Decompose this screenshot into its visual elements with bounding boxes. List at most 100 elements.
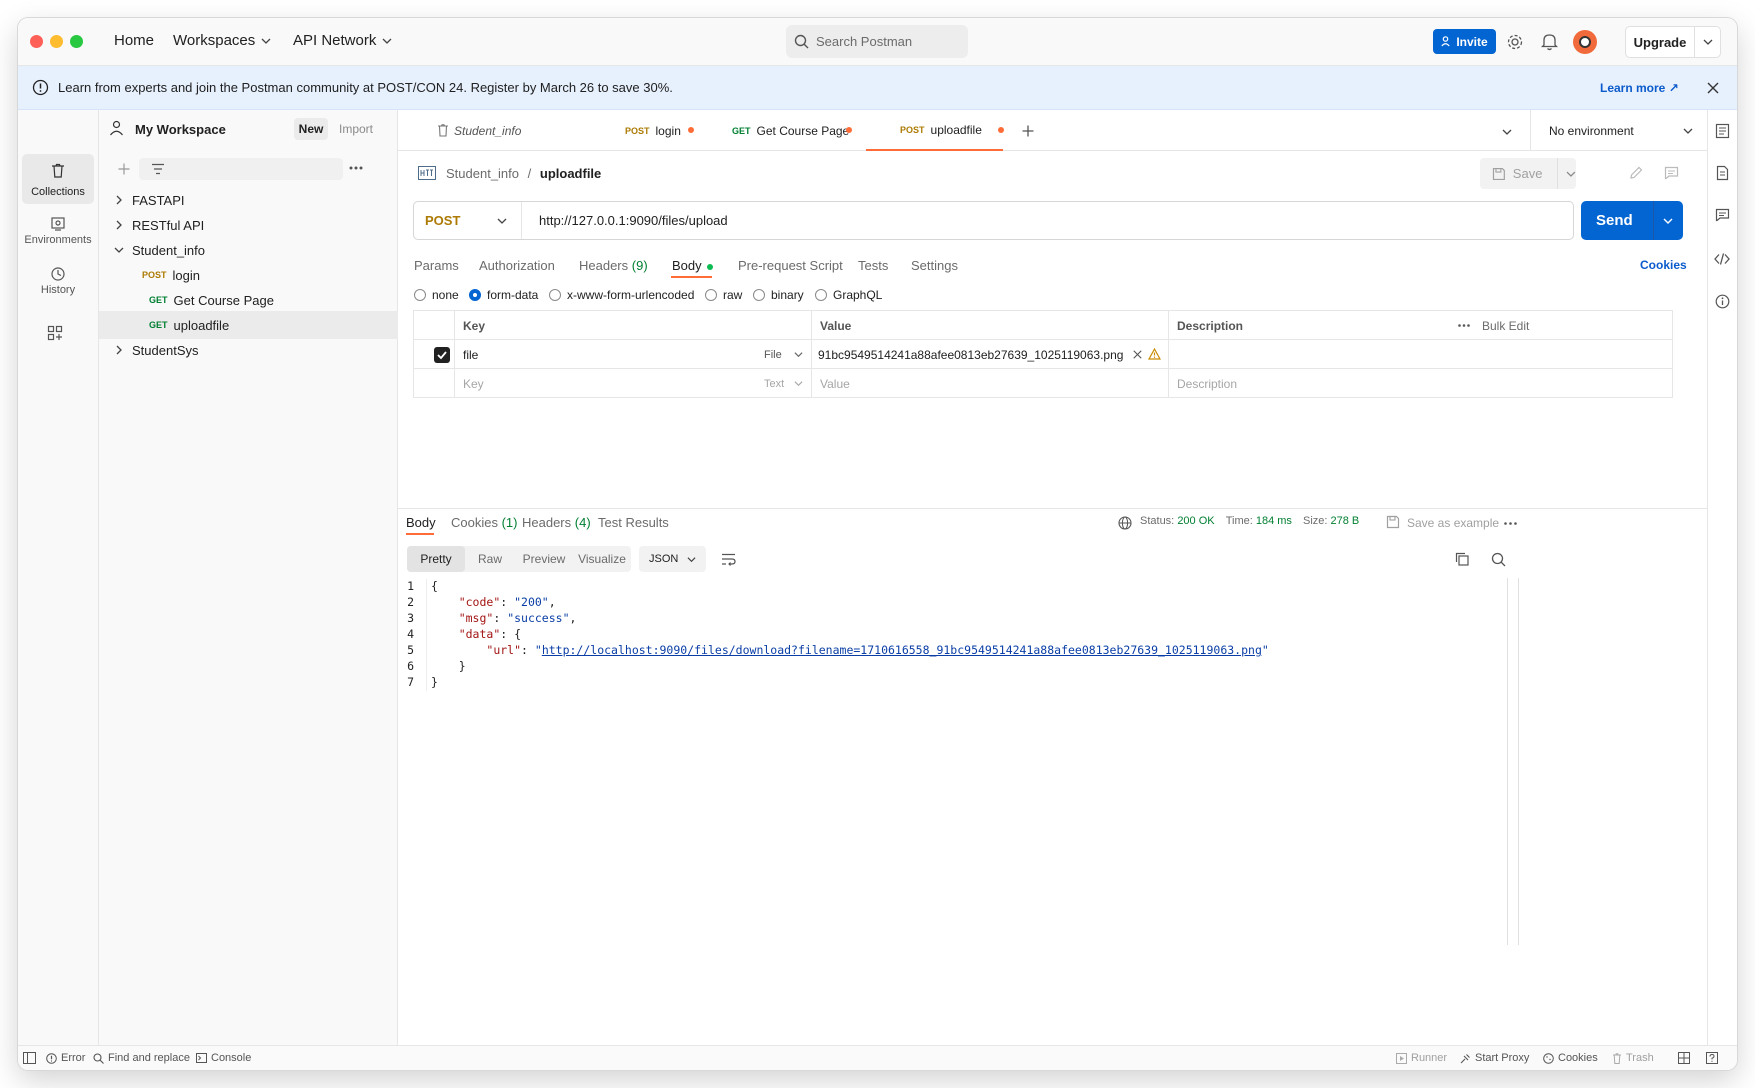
type-select[interactable]: File	[764, 340, 803, 369]
help-icon[interactable]	[1706, 1052, 1718, 1064]
search-icon[interactable]	[1491, 552, 1506, 567]
start-proxy-button[interactable]: Start Proxy	[1460, 1052, 1529, 1064]
more-options-icon[interactable]	[1504, 522, 1517, 525]
tab-authorization[interactable]: Authorization	[479, 258, 555, 273]
file-chip[interactable]: 91bc9549514241a88afee0813eb27639_1025119…	[818, 340, 1143, 369]
warning-icon[interactable]	[1148, 348, 1161, 360]
edit-pencil-icon[interactable]	[1629, 166, 1643, 180]
breadcrumb-parent[interactable]: Student_info	[446, 166, 519, 181]
runner-button[interactable]: Runner	[1396, 1052, 1447, 1064]
trash-button[interactable]: Trash	[1612, 1052, 1654, 1064]
tree-item-fastapi[interactable]: FASTAPI	[99, 186, 398, 214]
more-options-icon[interactable]	[1458, 324, 1470, 327]
comments-icon[interactable]	[1715, 208, 1730, 222]
environment-quick-look-icon[interactable]	[1715, 123, 1730, 139]
nav-home[interactable]: Home	[114, 32, 154, 49]
collection-filter-input[interactable]	[139, 158, 343, 180]
tree-item-get-course-page[interactable]: GET Get Course Page	[99, 286, 398, 314]
radio-binary[interactable]: binary	[753, 288, 804, 302]
tab-params[interactable]: Params	[414, 258, 459, 273]
invite-button[interactable]: Invite	[1433, 29, 1496, 54]
environment-selector[interactable]: No environment	[1530, 110, 1707, 151]
save-button[interactable]: Save	[1513, 166, 1557, 181]
view-preview[interactable]: Preview	[515, 546, 573, 572]
close-icon[interactable]	[1707, 82, 1719, 94]
save-as-example-button[interactable]: Save as example	[1407, 516, 1499, 530]
radio-x-www-form-urlencoded[interactable]: x-www-form-urlencoded	[549, 288, 694, 302]
response-tab-body[interactable]: Body	[406, 515, 436, 530]
close-window-button[interactable]	[30, 35, 43, 48]
tree-item-restful-api[interactable]: RESTful API	[99, 211, 398, 239]
find-replace-button[interactable]: Find and replace	[93, 1052, 190, 1064]
description-input[interactable]: Description	[1177, 369, 1237, 398]
tab-uploadfile[interactable]: POST uploadfile	[866, 110, 1004, 151]
size-value[interactable]: 278 B	[1331, 515, 1360, 527]
new-tab-plus-icon[interactable]	[1022, 125, 1034, 137]
tree-item-studentsys[interactable]: StudentSys	[99, 336, 398, 364]
view-raw[interactable]: Raw	[465, 546, 515, 572]
workspace-title[interactable]: My Workspace	[135, 122, 226, 137]
tree-item-login[interactable]: POST login	[99, 261, 398, 289]
add-workbench-icon[interactable]	[47, 325, 63, 341]
value-input[interactable]: Value	[820, 369, 850, 398]
more-options-icon[interactable]	[349, 166, 363, 170]
cookies-link[interactable]: Cookies	[1640, 258, 1687, 272]
url-input[interactable]: http://127.0.0.1:9090/files/upload	[539, 213, 728, 228]
send-button[interactable]: Send	[1596, 212, 1633, 229]
key-input[interactable]: Key	[463, 369, 484, 398]
radio-graphql[interactable]: GraphQL	[815, 288, 882, 302]
tab-student-info[interactable]: Student_info	[398, 110, 573, 151]
error-button[interactable]: Error	[46, 1052, 85, 1064]
tab-settings[interactable]: Settings	[911, 258, 958, 273]
tab-pre-request-script[interactable]: Pre-request Script	[738, 258, 843, 273]
gear-icon[interactable]	[1506, 33, 1524, 51]
toggle-sidebar-icon[interactable]	[23, 1052, 36, 1064]
minimize-window-button[interactable]	[50, 35, 63, 48]
bell-icon[interactable]	[1541, 32, 1558, 51]
nav-api-network[interactable]: API Network	[293, 32, 392, 49]
chevron-down-icon[interactable]	[1703, 37, 1713, 47]
rail-environments[interactable]: Environments	[22, 210, 94, 260]
documentation-icon[interactable]	[1716, 165, 1729, 181]
console-button[interactable]: Console	[196, 1052, 251, 1064]
response-divider[interactable]	[398, 508, 1707, 509]
plus-icon[interactable]	[118, 163, 130, 175]
rail-collections[interactable]: Collections	[22, 154, 94, 204]
time-value[interactable]: 184 ms	[1256, 515, 1292, 527]
key-cell[interactable]: file	[463, 340, 478, 369]
view-visualize[interactable]: Visualize	[573, 546, 631, 572]
view-pretty[interactable]: Pretty	[407, 546, 465, 572]
response-tab-headers[interactable]: Headers (4)	[522, 515, 591, 530]
radio-raw[interactable]: raw	[705, 288, 742, 302]
radio-form-data[interactable]: form-data	[469, 288, 538, 302]
chevron-down-icon[interactable]	[1663, 216, 1673, 226]
chevron-down-icon[interactable]	[1566, 169, 1576, 179]
type-select[interactable]: Text	[764, 369, 803, 398]
remove-file-close-icon[interactable]	[1133, 350, 1143, 359]
learn-more-link[interactable]: Learn more ↗	[1600, 81, 1679, 95]
tree-item-uploadfile[interactable]: GET uploadfile	[99, 311, 398, 339]
tab-tests[interactable]: Tests	[858, 258, 888, 273]
zoom-window-button[interactable]	[70, 35, 83, 48]
rail-history[interactable]: History	[22, 266, 94, 316]
copy-icon[interactable]	[1455, 552, 1469, 566]
row-enabled-checkbox[interactable]	[434, 347, 450, 363]
wrap-lines-icon[interactable]	[721, 553, 736, 566]
import-button[interactable]: Import	[339, 122, 373, 136]
bulk-edit-button[interactable]: Bulk Edit	[1482, 311, 1529, 340]
response-tab-test-results[interactable]: Test Results	[598, 515, 669, 530]
cookies-button[interactable]: Cookies	[1543, 1052, 1598, 1064]
format-select[interactable]: JSON	[639, 546, 706, 572]
new-button[interactable]: New	[294, 118, 328, 140]
radio-none[interactable]: none	[414, 288, 459, 302]
response-body-code[interactable]: 1 2 3 4 5 6 7 { "code": "200", "msg": "s…	[398, 576, 1518, 946]
layout-two-pane-icon[interactable]	[1678, 1052, 1690, 1064]
upgrade-button[interactable]: Upgrade	[1625, 26, 1721, 58]
search-input[interactable]: Search Postman	[786, 25, 968, 58]
tree-item-student-info[interactable]: Student_info	[99, 236, 398, 264]
tab-body[interactable]: Body	[672, 258, 714, 273]
tab-get-course-page[interactable]: GET Get Course Page	[720, 110, 866, 151]
info-icon[interactable]	[1715, 294, 1730, 309]
avatar[interactable]	[1573, 30, 1597, 54]
comment-icon[interactable]	[1664, 166, 1679, 180]
